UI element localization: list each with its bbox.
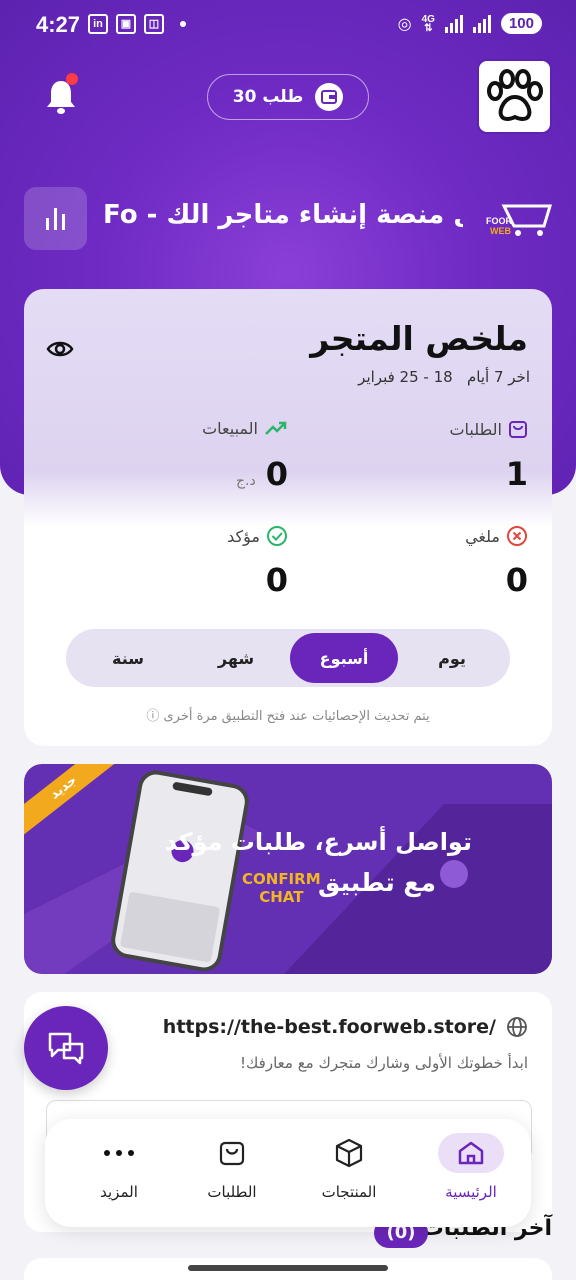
cancelled-metric-value: 0: [505, 561, 528, 599]
home-icon: [438, 1133, 504, 1173]
hotspot-icon: ◎: [397, 15, 412, 33]
bottom-navigation: الرئيسية المنتجات الطلبات المزيد: [45, 1119, 531, 1227]
scan-icon: ◫: [144, 14, 164, 34]
store-summary-card: ملخص المتجر اخر 7 أيام 18 - 25 فبراير ال…: [24, 289, 552, 746]
chat-support-button[interactable]: [24, 1006, 108, 1090]
nav-products[interactable]: المنتجات: [299, 1133, 399, 1217]
notification-badge: [66, 73, 78, 85]
contact-icon: ▣: [116, 14, 136, 34]
banner-decoration: [24, 804, 552, 974]
period-week-tab[interactable]: أسبوع: [290, 633, 398, 683]
home-indicator[interactable]: [188, 1265, 388, 1271]
signal-2-icon: [472, 14, 491, 33]
statistics-button[interactable]: [24, 187, 87, 250]
box-icon: [316, 1133, 382, 1173]
more-dots-icon: [86, 1133, 152, 1173]
more-notifications-dot: [180, 21, 186, 27]
svg-text:FOOR: FOOR: [486, 216, 512, 226]
trending-up-icon: [265, 421, 287, 435]
network-type: 4G ⇅: [421, 13, 435, 34]
status-time: 4:27: [36, 12, 81, 37]
signal-icon: [444, 14, 463, 33]
globe-icon: [507, 1017, 527, 1037]
status-bar: 4:27 in ▣ ◫ ◎ 4G ⇅ 100: [0, 0, 576, 50]
store-name-title: Fo - أفضل منصة إنشاء متاجر الك: [103, 200, 463, 230]
orders-count-pill[interactable]: 30 طلب: [207, 74, 369, 120]
linkedin-icon: in: [88, 14, 108, 34]
summary-title: ملخص المتجر: [310, 319, 528, 358]
paw-icon: [486, 68, 543, 121]
orders-metric-label: الطلبات: [449, 419, 528, 439]
bar-chart-icon: [45, 207, 65, 230]
period-selector: يوم أسبوع شهر سنة: [66, 629, 510, 687]
confirmed-metric-value: 0: [265, 561, 288, 599]
visibility-eye-icon[interactable]: [46, 339, 74, 359]
period-month-tab[interactable]: شهر: [182, 633, 290, 683]
confirmed-metric-label: مؤكد: [227, 525, 288, 547]
cancelled-metric-label: ملغي: [465, 525, 528, 547]
cancel-circle-icon: [507, 526, 527, 546]
store-avatar[interactable]: [477, 59, 552, 134]
sales-metric-value: 0: [265, 455, 288, 493]
banner-subheadline: مع تطبيق: [318, 868, 436, 897]
check-circle-icon: [267, 526, 287, 546]
nav-orders[interactable]: الطلبات: [182, 1133, 282, 1217]
foorweb-logo: FOOR WEB: [484, 200, 554, 240]
summary-date-range: اخر 7 أيام 18 - 25 فبراير: [358, 368, 530, 386]
store-url[interactable]: https://the-best.foorweb.store/: [163, 1016, 528, 1038]
confirm-chat-logo: CONFIRM CHAT: [242, 870, 321, 906]
battery-indicator: 100: [500, 13, 542, 34]
orders-count-label: 30 طلب: [232, 87, 304, 107]
banner-headline: تواصل أسرع، طلبات مؤكد: [164, 828, 472, 856]
chat-bubbles-icon: [48, 1032, 84, 1065]
info-icon: ⓘ: [146, 709, 160, 724]
wallet-icon: [315, 83, 344, 111]
sales-metric-label: المبيعات: [202, 419, 288, 438]
currency-label: د.ج: [236, 473, 256, 489]
period-day-tab[interactable]: يوم: [398, 633, 506, 683]
orders-metric-value: 1: [505, 455, 528, 493]
stats-refresh-note: يتم تحديث الإحصائيات عند فتح التطبيق مرة…: [146, 709, 430, 724]
confirm-chat-banner[interactable]: جديد تواصل أسرع، طلبات مؤكد مع تطبيق CON…: [24, 764, 552, 974]
shopping-bag-nav-icon: [199, 1133, 265, 1173]
svg-text:WEB: WEB: [490, 226, 511, 236]
share-subtitle: ابدأ خطوتك الأولى وشارك متجرك مع معارفك!: [240, 1054, 528, 1072]
nav-more[interactable]: المزيد: [69, 1133, 169, 1217]
shopping-bag-icon: [509, 421, 527, 438]
nav-home[interactable]: الرئيسية: [421, 1133, 521, 1217]
period-year-tab[interactable]: سنة: [74, 633, 182, 683]
